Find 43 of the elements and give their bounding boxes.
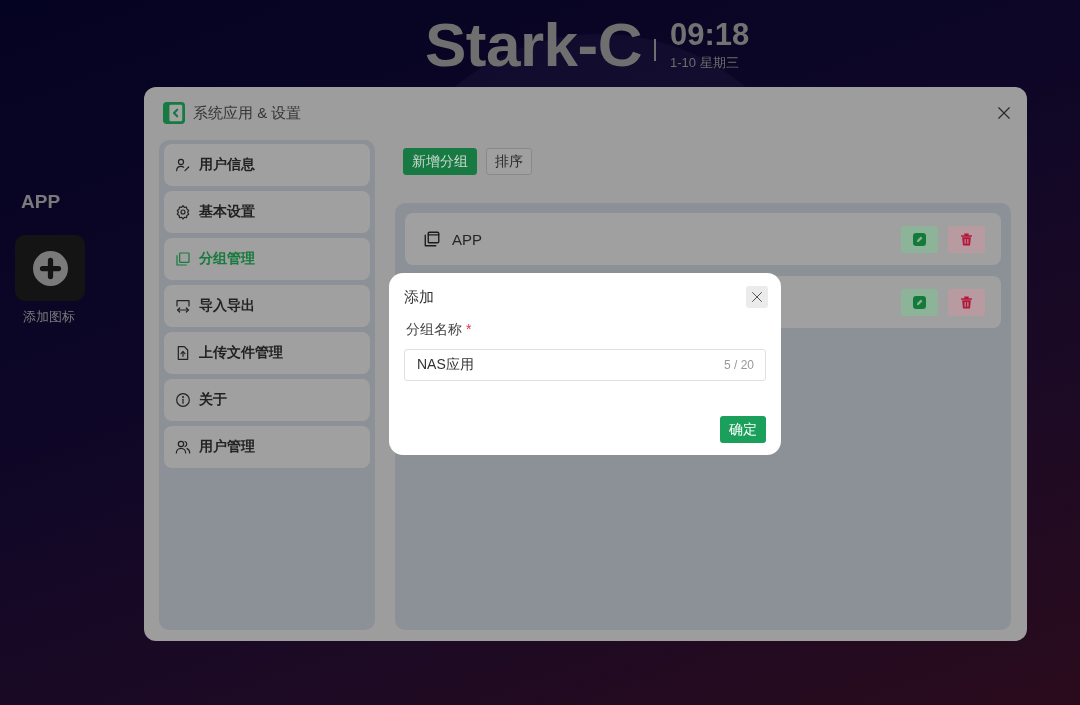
pencil-square-icon <box>913 295 926 309</box>
required-mark: * <box>466 321 472 337</box>
trash-icon <box>960 295 973 309</box>
close-icon <box>997 106 1011 120</box>
tile-label: 添加图标 <box>22 309 75 325</box>
add-app-tile[interactable] <box>15 235 85 301</box>
window-title: 系统应用 & 设置 <box>193 103 302 123</box>
close-icon <box>751 291 763 303</box>
gear-icon <box>175 204 191 220</box>
user-pencil-icon <box>175 157 191 173</box>
brand-title: Stark-C <box>425 12 642 78</box>
trash-icon <box>960 232 973 246</box>
stacked-squares-icon <box>423 230 441 248</box>
field-label: 分组名称 <box>406 321 462 337</box>
group-heading: APP <box>20 191 61 213</box>
dialog-title: 添加 <box>404 287 434 307</box>
group-name: APP <box>452 230 482 248</box>
users-icon <box>175 439 191 455</box>
edit-button[interactable] <box>901 225 938 253</box>
delete-button[interactable] <box>948 225 985 253</box>
sidebar-item[interactable]: 用户管理 <box>164 426 370 468</box>
close-button[interactable] <box>746 286 768 308</box>
delete-button[interactable] <box>948 288 985 316</box>
sidebar-item[interactable]: 基本设置 <box>164 191 370 233</box>
back-square-icon <box>163 102 185 124</box>
edit-button[interactable] <box>901 288 938 316</box>
char-counter: 5 / 20 <box>723 357 754 373</box>
stacked-squares-icon <box>175 251 191 267</box>
sidebar-item[interactable]: 导入导出 <box>164 285 370 327</box>
info-icon <box>175 392 191 408</box>
file-upload-icon <box>175 345 191 361</box>
sidebar-item[interactable]: 上传文件管理 <box>164 332 370 374</box>
close-button[interactable] <box>997 106 1011 120</box>
sidebar-item[interactable]: 用户信息 <box>164 144 370 186</box>
sort-button[interactable]: 排序 <box>486 148 532 175</box>
confirm-button[interactable]: 确定 <box>720 416 766 443</box>
swap-arrows-icon <box>175 298 191 314</box>
clock-date: 1-10 星期三 <box>670 55 740 71</box>
sidebar-item[interactable]: 关于 <box>164 379 370 421</box>
add-group-button[interactable]: 新增分组 <box>403 148 477 175</box>
clock-time: 09:18 <box>670 18 750 52</box>
pencil-square-icon <box>913 232 926 246</box>
plus-circle-icon <box>32 250 68 286</box>
